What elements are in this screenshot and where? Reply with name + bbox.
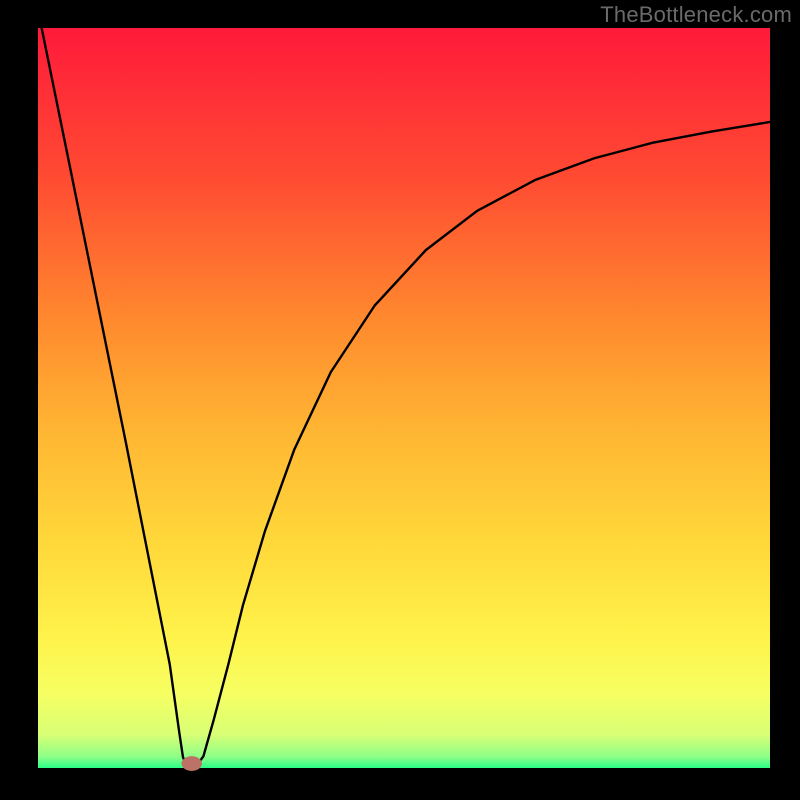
chart-frame: TheBottleneck.com bbox=[0, 0, 800, 800]
bottleneck-chart bbox=[0, 0, 800, 800]
optimal-point-marker bbox=[181, 756, 201, 771]
plot-background bbox=[38, 28, 770, 768]
